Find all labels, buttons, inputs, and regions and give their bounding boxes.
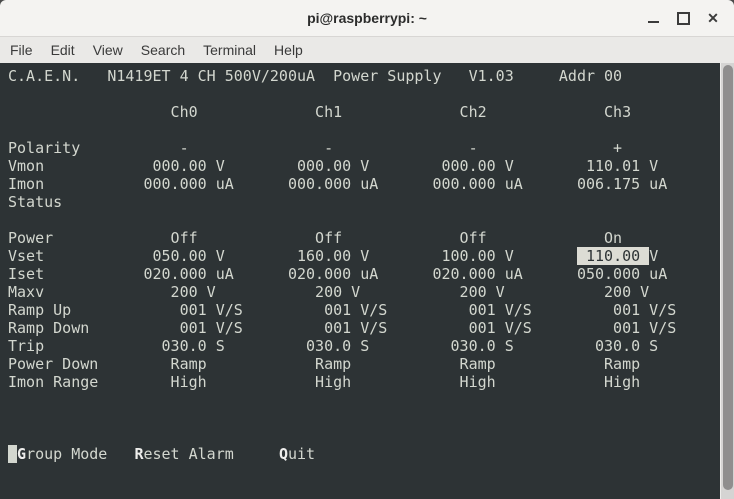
terminal-cursor: [8, 445, 17, 463]
menu-item-edit[interactable]: Edit: [42, 38, 84, 62]
terminal-row-9: Power Off Off Off On: [8, 229, 720, 247]
terminal-text: Imon 000.000 uA 000.000 uA 000.000 uA 00…: [8, 175, 667, 193]
terminal-row-6: Imon 000.000 uA 000.000 uA 000.000 uA 00…: [8, 175, 720, 193]
titlebar[interactable]: pi@raspberrypi: ~ ✕: [0, 0, 734, 37]
scrollbar-thumb[interactable]: [723, 65, 733, 490]
terminal-text: C.A.E.N. N1419ET 4 CH 500V/200uA Power S…: [8, 67, 622, 85]
terminal-text: Power Down Ramp Ramp Ramp Ramp: [8, 355, 640, 373]
window-title: pi@raspberrypi: ~: [0, 0, 734, 36]
terminal-row-4: Polarity - - - +: [8, 139, 720, 157]
terminal-row-7: Status: [8, 193, 720, 211]
terminal-row-23: [8, 481, 720, 499]
menu-item-search[interactable]: Search: [132, 38, 194, 62]
terminal-row-8: [8, 211, 720, 229]
hotkey-letter[interactable]: G: [17, 445, 26, 463]
terminal-row-3: [8, 121, 720, 139]
terminal-row-2: Ch0 Ch1 Ch2 Ch3: [8, 103, 720, 121]
terminal-row-14: Ramp Down 001 V/S 001 V/S 001 V/S 001 V/…: [8, 319, 720, 337]
scrollbar[interactable]: [720, 63, 734, 499]
terminal-text: Status: [8, 193, 62, 211]
terminal-row-0: C.A.E.N. N1419ET 4 CH 500V/200uA Power S…: [8, 67, 720, 85]
terminal-window: pi@raspberrypi: ~ ✕ File Edit View Searc…: [0, 0, 734, 499]
terminal-text: Vset 050.00 V 160.00 V 100.00 V: [8, 247, 577, 265]
terminal-row-1: [8, 85, 720, 103]
terminal-text: Power Off Off Off On: [8, 229, 622, 247]
menu-item-file[interactable]: File: [1, 38, 42, 62]
terminal-row-5: Vmon 000.00 V 000.00 V 000.00 V 110.01 V: [8, 157, 720, 175]
terminal-text: uit: [288, 445, 315, 463]
minimize-icon: [648, 21, 659, 23]
terminal-row-15: Trip 030.0 S 030.0 S 030.0 S 030.0 S: [8, 337, 720, 355]
terminal-row-12: Maxv 200 V 200 V 200 V 200 V: [8, 283, 720, 301]
terminal-text: Iset 020.000 uA 020.000 uA 020.000 uA 05…: [8, 265, 667, 283]
menu-item-view[interactable]: View: [84, 38, 132, 62]
close-button[interactable]: ✕: [698, 3, 728, 33]
terminal-text: Polarity - - - +: [8, 139, 622, 157]
maximize-icon: [677, 12, 690, 25]
terminal-row-16: Power Down Ramp Ramp Ramp Ramp: [8, 355, 720, 373]
window-controls: ✕: [638, 0, 728, 36]
terminal-text: V: [649, 247, 658, 265]
vset-ch3-field[interactable]: 110.00: [577, 247, 649, 265]
terminal-text: roup Mode: [26, 445, 134, 463]
terminal-row-10: Vset 050.00 V 160.00 V 100.00 V 110.00 V: [8, 247, 720, 265]
terminal-text: eset Alarm: [143, 445, 278, 463]
terminal-row-11: Iset 020.000 uA 020.000 uA 020.000 uA 05…: [8, 265, 720, 283]
terminal-row-13: Ramp Up 001 V/S 001 V/S 001 V/S 001 V/S: [8, 301, 720, 319]
terminal-row-20: [8, 427, 720, 445]
minimize-button[interactable]: [638, 3, 668, 33]
terminal-row-19: [8, 409, 720, 427]
terminal-text: Vmon 000.00 V 000.00 V 000.00 V 110.01 V: [8, 157, 658, 175]
terminal-text: Imon Range High High High High: [8, 373, 640, 391]
terminal-row-18: [8, 391, 720, 409]
terminal-row-21: Group Mode Reset Alarm Quit: [8, 445, 720, 463]
terminal-text: Ramp Up 001 V/S 001 V/S 001 V/S 001 V/S: [8, 301, 676, 319]
terminal-text: Ramp Down 001 V/S 001 V/S 001 V/S 001 V/…: [8, 319, 676, 337]
menu-item-help[interactable]: Help: [265, 38, 312, 62]
terminal-text: Maxv 200 V 200 V 200 V 200 V: [8, 283, 649, 301]
terminal-text: Trip 030.0 S 030.0 S 030.0 S 030.0 S: [8, 337, 658, 355]
menubar: File Edit View Search Terminal Help: [0, 37, 734, 64]
terminal-screen[interactable]: C.A.E.N. N1419ET 4 CH 500V/200uA Power S…: [0, 63, 720, 499]
close-icon: ✕: [707, 11, 719, 25]
menu-item-terminal[interactable]: Terminal: [194, 38, 265, 62]
terminal-row-17: Imon Range High High High High: [8, 373, 720, 391]
terminal-row-22: [8, 463, 720, 481]
maximize-button[interactable]: [668, 3, 698, 33]
terminal-text: Ch0 Ch1 Ch2 Ch3: [8, 103, 631, 121]
hotkey-letter[interactable]: Q: [279, 445, 288, 463]
